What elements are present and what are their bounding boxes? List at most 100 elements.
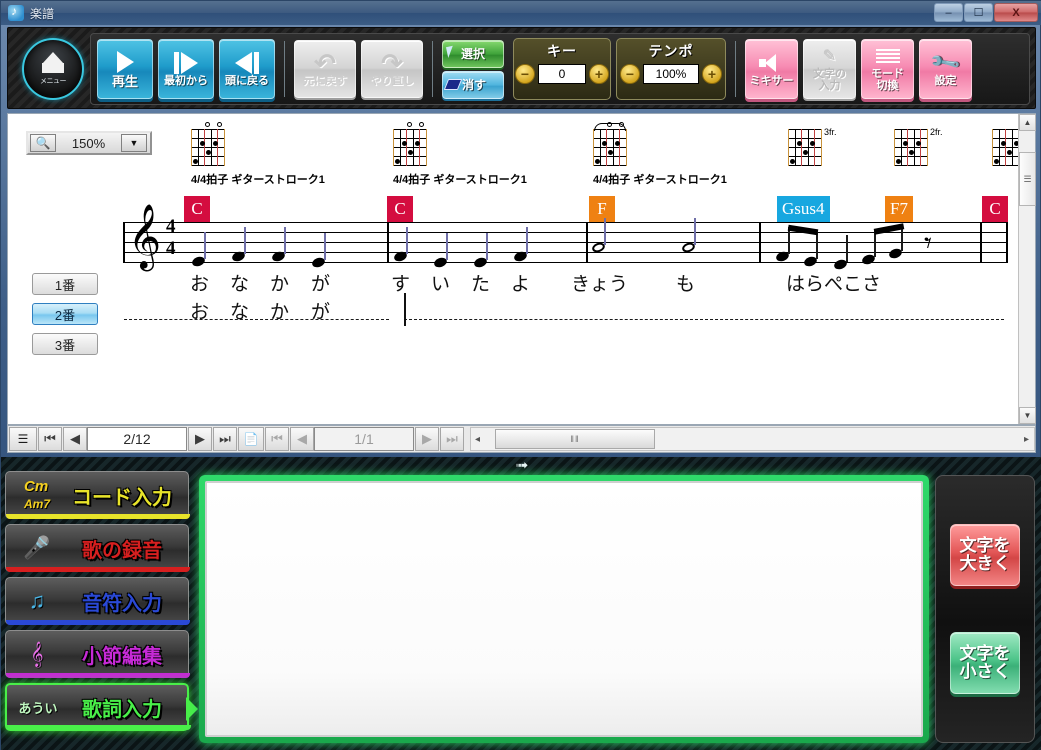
mixer-label: ミキサー (749, 74, 794, 87)
undo-label: 元に戻す (303, 74, 347, 87)
play-from-start-label: 最初から (164, 74, 208, 87)
tool-button-lyrics-input[interactable]: あうい 歌詞入力 (5, 683, 198, 731)
key-increase-button[interactable]: + (589, 64, 609, 84)
measure-first-button[interactable]: ⏮ (38, 427, 62, 451)
redo-button[interactable]: ↷ やり直し (361, 40, 423, 98)
horizontal-scrollbar[interactable]: ◂ ‖‖ ▸ (470, 427, 1035, 451)
lines-icon (875, 45, 900, 69)
scroll-up-arrow-icon[interactable]: ▲ (1019, 114, 1036, 131)
microphone-icon: 🎤 (23, 535, 51, 560)
wrench-icon: 🔧 (928, 46, 962, 79)
mixer-button[interactable]: ミキサー (745, 39, 798, 99)
lyrics-textarea[interactable] (205, 481, 923, 737)
mode-switch-button[interactable]: モード 切換 (861, 39, 914, 99)
speaker-icon (758, 51, 785, 75)
page-icon[interactable]: 📄 (238, 427, 264, 451)
staff-clef-icon: 𝄞 (30, 641, 44, 666)
toolbar-divider-3 (735, 41, 736, 97)
page-indicator[interactable]: 1/1 (314, 427, 414, 451)
score-vertical-scrollbar[interactable]: ▲ ☰ ▼ (1018, 114, 1036, 424)
toolbar-inner: 再生 最初から 頭に戻る ↶ 元に戻す ↷ やり直し 選択 消す キー − 0 … (90, 33, 1030, 105)
scroll-down-arrow-icon[interactable]: ▼ (1019, 407, 1036, 424)
title-bar: 楽譜 – ☐ X (1, 1, 1041, 25)
text-caret (404, 293, 406, 326)
page-prev-button[interactable]: ◀ (290, 427, 314, 451)
music-note-icon (8, 4, 24, 21)
chevron-down-icon[interactable]: ➟ (516, 458, 529, 473)
select-tool-label: 選択 (461, 47, 486, 61)
tool-button-label: 小節編集 (82, 645, 162, 668)
measure-next-button[interactable]: ▶ (188, 427, 212, 451)
main-toolbar: メニュー 再生 最初から 頭に戻る ↶ 元に戻す ↷ やり直し 選択 消す キー… (7, 27, 1036, 109)
tool-sidebar: Cm Am7 コード入力 🎤 歌の録音 ♫ 音符入力 𝄞 小節編集あうい 歌詞入力 (5, 471, 198, 736)
font-smaller-label-2: 小さく (959, 662, 1011, 681)
tool-button-chord-input[interactable]: Cm Am7 コード入力 (5, 471, 190, 519)
menu-button[interactable]: メニュー (22, 38, 84, 100)
font-bigger-button[interactable]: 文字を 大きく (950, 524, 1020, 586)
lyrics-guide-dash-1 (124, 319, 389, 320)
score-pane[interactable]: 🔍 150% ▼ 1番 2番 3番 4/4拍子 ギターストローク1 4/4拍子 ギ… (7, 113, 1036, 425)
lyrics-line-2[interactable]: おなかが (8, 114, 1035, 424)
tool-button-measure-edit[interactable]: 𝄞 小節編集 (5, 630, 190, 678)
erase-tool-label: 消す (462, 78, 487, 92)
text-input-label-2: 入力 (818, 80, 841, 92)
tool-button-note-input[interactable]: ♫ 音符入力 (5, 577, 190, 625)
hscroll-right-arrow-icon[interactable]: ▸ (1024, 434, 1029, 445)
key-decrease-button[interactable]: − (515, 64, 535, 84)
window-controls: – ☐ X (934, 3, 1038, 22)
page-first-button[interactable]: ⏮ (265, 427, 289, 451)
text-input-button[interactable]: ✎ 文字の 入力 (803, 39, 856, 99)
hscroll-left-arrow-icon[interactable]: ◂ (475, 434, 480, 445)
font-smaller-button[interactable]: 文字を 小さく (950, 632, 1020, 694)
font-smaller-label-1: 文字を (959, 644, 1011, 664)
tool-button-label: 音符入力 (82, 592, 162, 615)
tempo-stepper-title: テンポ (648, 43, 694, 59)
page-next-button[interactable]: ▶ (415, 427, 439, 451)
erase-tool-button[interactable]: 消す (442, 70, 504, 99)
undo-button[interactable]: ↶ 元に戻す (294, 40, 356, 98)
hiragana-balloon-icon: あうい (18, 700, 58, 716)
redo-label: やり直し (370, 74, 414, 87)
notes-icon: ♫ (28, 588, 46, 613)
play-icon (116, 50, 134, 74)
application-window: 楽譜 – ☐ X メニュー 再生 最初から (0, 0, 1041, 750)
tempo-value[interactable]: 100% (643, 64, 699, 84)
key-value[interactable]: 0 (538, 64, 586, 84)
tool-button-label: コード入力 (72, 486, 172, 509)
measure-prev-button[interactable]: ◀ (63, 427, 87, 451)
tool-button-label: 歌詞入力 (82, 698, 162, 721)
scrollbar-thumb[interactable]: ☰ (1019, 152, 1036, 206)
selected-indicator-arrow-icon (186, 697, 198, 721)
tool-mode-group: 選択 消す (442, 39, 504, 99)
tool-button-vocal-record[interactable]: 🎤 歌の録音 (5, 524, 190, 572)
page-last-button[interactable]: ⏭ (440, 427, 464, 451)
play-from-start-icon (174, 51, 198, 75)
key-stepper-title: キー (547, 43, 577, 59)
settings-label: 設定 (934, 74, 957, 87)
tempo-increase-button[interactable]: + (702, 64, 722, 84)
rewind-icon (235, 51, 259, 75)
settings-button[interactable]: 🔧 設定 (919, 39, 972, 99)
back-to-head-label: 頭に戻る (225, 74, 269, 87)
mode-switch-label-2: 切換 (876, 80, 899, 92)
play-from-start-button[interactable]: 最初から (158, 39, 214, 99)
list-icon[interactable]: ☰ (9, 427, 37, 451)
key-stepper: キー − 0 + (513, 38, 611, 100)
measure-last-button[interactable]: ⏭ (213, 427, 237, 451)
hscrollbar-thumb[interactable]: ‖‖ (495, 429, 655, 449)
play-button[interactable]: 再生 (97, 39, 153, 99)
maximize-button[interactable]: ☐ (964, 3, 993, 22)
close-button[interactable]: X (994, 3, 1038, 22)
tempo-decrease-button[interactable]: − (620, 64, 640, 84)
play-button-label: 再生 (111, 73, 138, 89)
select-tool-button[interactable]: 選択 (442, 39, 504, 68)
menu-button-label: メニュー (40, 78, 67, 85)
minimize-button[interactable]: – (934, 3, 963, 22)
measure-indicator[interactable]: 2/12 (87, 427, 187, 451)
window-title: 楽譜 (30, 6, 55, 21)
score-status-bar: ☰ ⏮ ◀ 2/12 ▶ ⏭ 📄 ⏮ ◀ 1/1 ▶ ⏭ ◂ ‖‖ ▸ (7, 425, 1036, 453)
chord-cm-am7-icon: Cm Am7 (23, 478, 50, 511)
font-bigger-label-2: 大きく (959, 554, 1011, 573)
back-to-head-button[interactable]: 頭に戻る (219, 39, 275, 99)
tool-button-label: 歌の録音 (82, 539, 162, 562)
